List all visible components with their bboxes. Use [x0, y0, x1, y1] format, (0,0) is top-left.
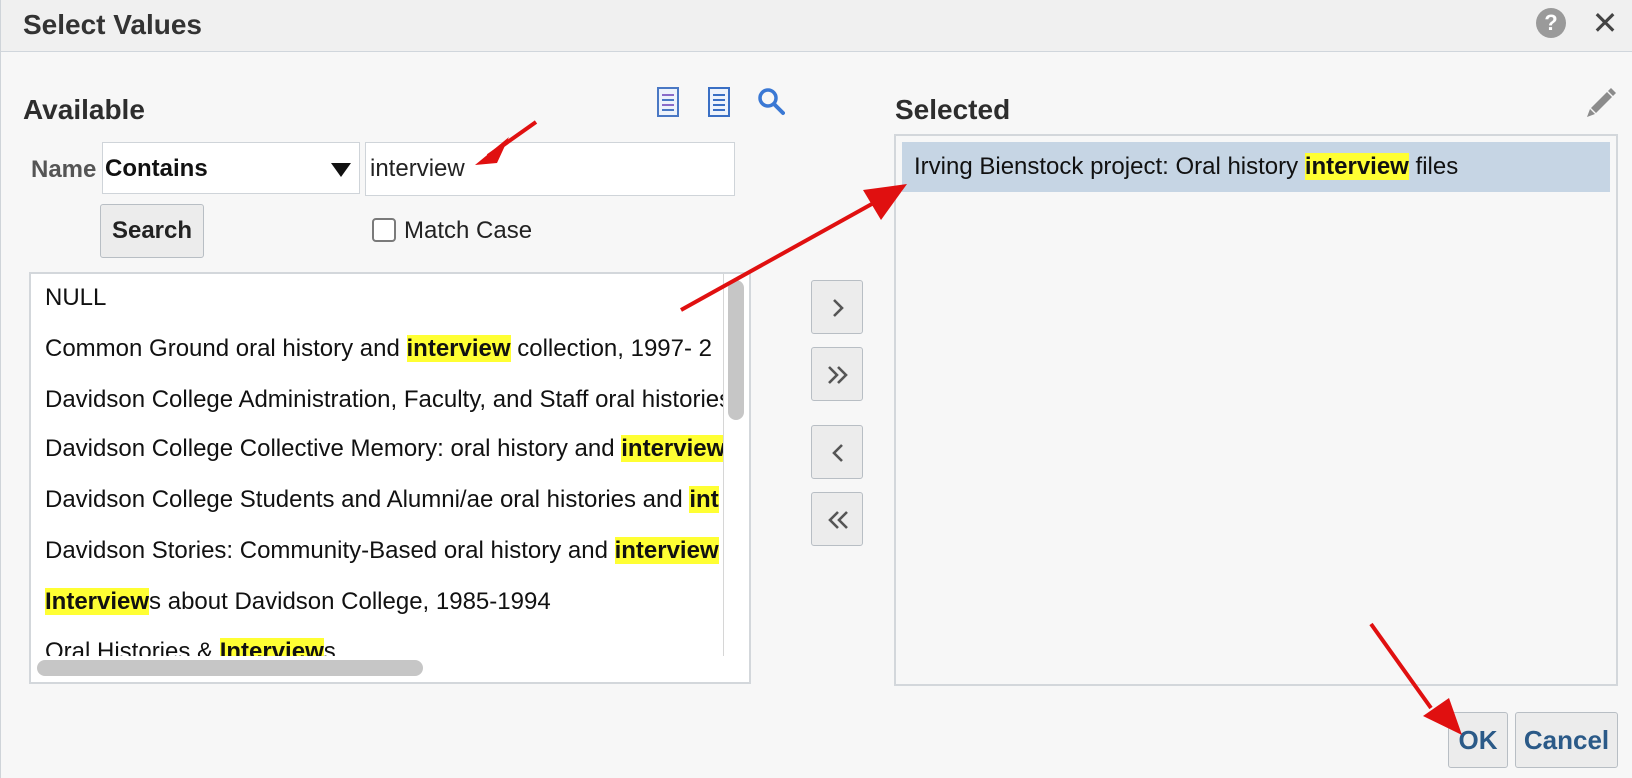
chevron-right-icon — [833, 299, 844, 317]
ok-button[interactable]: OK — [1448, 712, 1508, 768]
horizontal-scrollbar[interactable] — [37, 660, 423, 676]
search-button[interactable]: Search — [100, 204, 204, 258]
selected-list: Irving Bienstock project: Oral history i… — [894, 134, 1618, 686]
list-item[interactable]: Common Ground oral history and interview… — [45, 329, 712, 369]
operator-select[interactable]: Contains — [102, 142, 360, 194]
dialog-title: Select Values — [23, 9, 203, 40]
cancel-button[interactable]: Cancel — [1515, 712, 1618, 768]
list-item[interactable]: Interviews about Davidson College, 1985-… — [45, 582, 551, 622]
match-highlight: interview — [614, 537, 719, 564]
available-list-viewport: NULL Common Ground oral history and inte… — [31, 274, 724, 656]
list-item[interactable]: Davidson College Administration, Faculty… — [45, 380, 723, 420]
list-item[interactable]: Oral Histories & Interviews — [45, 632, 336, 656]
search-input[interactable] — [365, 142, 735, 196]
move-all-button[interactable] — [811, 347, 863, 401]
double-chevron-left-icon — [828, 511, 848, 529]
match-case-checkbox[interactable] — [372, 218, 396, 242]
help-icon[interactable]: ? — [1536, 8, 1566, 38]
list-item[interactable]: Davidson College Collective Memory: oral… — [45, 429, 724, 469]
operator-select-value: Contains — [105, 155, 208, 182]
list-icon[interactable] — [706, 86, 734, 118]
chevron-left-icon — [832, 444, 843, 462]
match-highlight: interview — [406, 335, 511, 362]
list-item[interactable]: Davidson Stories: Community-Based oral h… — [45, 531, 719, 571]
list-icon[interactable] — [655, 86, 683, 118]
match-highlight: int — [689, 486, 719, 513]
filter-field-label: Name — [31, 156, 97, 183]
match-highlight: Interview — [219, 638, 324, 656]
remove-all-button[interactable] — [811, 492, 863, 546]
dialog-titlebar: Select Values ? ✕ — [1, 0, 1632, 52]
chevron-down-icon — [331, 163, 351, 177]
select-values-dialog: Select Values ? ✕ Available Name Contain… — [0, 0, 1632, 778]
match-case-label: Match Case — [404, 217, 533, 244]
list-item[interactable]: NULL — [45, 278, 106, 318]
selected-list-item[interactable]: Irving Bienstock project: Oral history i… — [902, 142, 1610, 192]
move-button[interactable] — [811, 280, 863, 334]
list-item[interactable]: Davidson College Students and Alumni/ae … — [45, 480, 719, 520]
search-icon[interactable] — [757, 86, 785, 118]
match-highlight: interview — [1304, 153, 1409, 180]
available-list: NULL Common Ground oral history and inte… — [29, 272, 751, 684]
remove-button[interactable] — [811, 425, 863, 479]
match-highlight: interview — [621, 435, 724, 462]
double-chevron-right-icon — [828, 366, 848, 384]
selected-heading: Selected — [895, 94, 1011, 125]
match-highlight: Interview — [45, 588, 150, 615]
available-heading: Available — [23, 94, 145, 125]
vertical-scrollbar[interactable] — [728, 280, 744, 420]
close-icon[interactable]: ✕ — [1587, 5, 1623, 41]
pencil-icon[interactable] — [1583, 84, 1619, 120]
